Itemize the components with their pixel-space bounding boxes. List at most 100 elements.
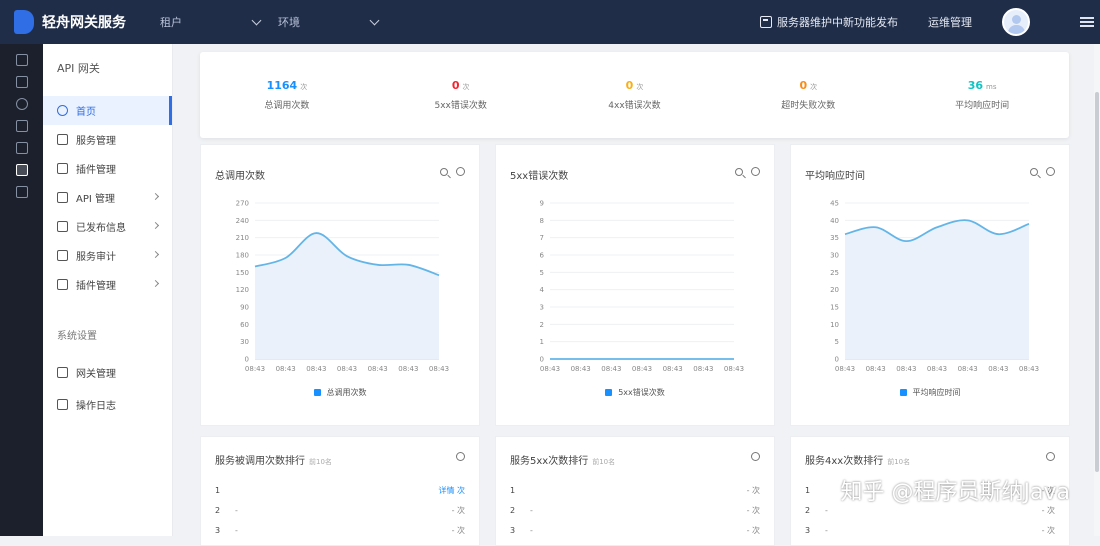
stat-value: 0 — [799, 79, 807, 92]
chart-legend[interactable]: 总调用次数 — [201, 387, 479, 398]
announcement-icon — [760, 16, 772, 28]
sidebar-item[interactable]: 插件管理 — [43, 154, 172, 183]
announcement-link[interactable]: 服务器维护中新功能发布 — [760, 14, 898, 30]
ranking-value: - 次 — [452, 525, 465, 536]
y-tick-label: 0 — [540, 356, 544, 364]
stat-value: 1164 — [267, 79, 298, 92]
ranking-number: 1 — [510, 486, 530, 495]
top-navigation-bar: 轻舟网关服务 租户 环境 服务器维护中新功能发布 运维管理 — [0, 0, 1100, 44]
sidebar-item-label: 插件管理 — [76, 277, 116, 292]
ranking-value: - 次 — [747, 525, 760, 536]
chart-toolbar — [440, 167, 465, 176]
ranking-subtitle: 前10名 — [309, 458, 332, 466]
x-tick-label: 08:43 — [958, 365, 978, 373]
y-tick-label: 35 — [830, 234, 839, 242]
stat-label: 超时失败次数 — [781, 98, 835, 111]
stat-item: 0次5xx错误次数 — [374, 52, 548, 138]
ranking-row: 2-- 次 — [215, 503, 465, 517]
ranking-number: 2 — [215, 506, 235, 515]
chart-legend[interactable]: 平均响应时间 — [791, 387, 1069, 398]
y-tick-label: 25 — [830, 269, 839, 277]
y-tick-label: 0 — [835, 356, 839, 364]
audit-icon — [57, 250, 68, 261]
zoom-icon[interactable] — [735, 168, 743, 176]
flow-icon[interactable] — [16, 142, 28, 154]
chart-title: 平均响应时间 — [805, 167, 865, 182]
x-tick-label: 08:43 — [540, 365, 560, 373]
sidebar-item-label: 首页 — [76, 103, 96, 118]
stat-label: 平均响应时间 — [955, 98, 1009, 111]
stat-label: 5xx错误次数 — [435, 98, 487, 111]
service-icon — [57, 134, 68, 145]
menu-icon[interactable] — [1080, 17, 1094, 27]
ranking-value: - 次 — [452, 505, 465, 516]
user-name[interactable]: 运维管理 — [928, 14, 972, 30]
avatar[interactable] — [1002, 8, 1030, 36]
zoom-icon[interactable] — [440, 168, 448, 176]
page-scrollbar[interactable] — [1094, 44, 1100, 536]
sidebar-item[interactable]: 插件管理 — [43, 270, 172, 299]
refresh-icon[interactable] — [1046, 167, 1055, 176]
ranking-number: 1 — [215, 486, 235, 495]
refresh-icon[interactable] — [751, 167, 760, 176]
sidebar-item[interactable]: 网关管理 — [43, 356, 172, 388]
sidebar-item[interactable]: 服务审计 — [43, 241, 172, 270]
sidebar-item[interactable]: 首页 — [43, 96, 172, 125]
monitor-icon[interactable] — [16, 120, 28, 132]
ranking-row: 1- 次 — [510, 483, 760, 497]
sidebar-item[interactable]: 已发布信息 — [43, 212, 172, 241]
brand-logo-icon — [14, 10, 34, 34]
y-tick-label: 30 — [830, 252, 839, 260]
x-tick-label: 08:43 — [866, 365, 886, 373]
apps-icon[interactable] — [16, 54, 28, 66]
tenant-select[interactable]: 租户 — [160, 14, 260, 30]
stats-panel: 1164次总调用次数0次5xx错误次数0次4xx错误次数0次超时失败次数36ms… — [200, 52, 1069, 138]
y-tick-label: 45 — [830, 200, 839, 208]
environment-select[interactable]: 环境 — [278, 14, 378, 30]
gateway-app-icon[interactable] — [16, 164, 28, 176]
y-tick-label: 210 — [236, 234, 249, 242]
ranking-title: 服务5xx次数排行 — [510, 456, 588, 467]
y-tick-label: 3 — [540, 304, 544, 312]
x-tick-label: 08:43 — [724, 365, 744, 373]
grid-icon[interactable] — [16, 76, 28, 88]
x-tick-label: 08:43 — [1019, 365, 1039, 373]
zoom-icon[interactable] — [1030, 168, 1038, 176]
ranking-value: - 次 — [1042, 505, 1055, 516]
ranking-value: - 次 — [1042, 525, 1055, 536]
sidebar-item-label: 服务管理 — [76, 132, 116, 147]
x-tick-label: 08:43 — [571, 365, 591, 373]
ranking-value[interactable]: 详情 次 — [438, 485, 465, 496]
sidebar-item[interactable]: 操作日志 — [43, 388, 172, 420]
ranking-subtitle: 前10名 — [592, 458, 615, 466]
api-icon — [57, 192, 68, 203]
x-tick-label: 08:43 — [632, 365, 652, 373]
x-tick-label: 08:43 — [429, 365, 449, 373]
refresh-icon[interactable] — [456, 167, 465, 176]
chart-legend[interactable]: 5xx错误次数 — [496, 387, 774, 398]
x-tick-label: 08:43 — [663, 365, 683, 373]
stat-label: 总调用次数 — [264, 98, 309, 111]
stat-item: 0次超时失败次数 — [721, 52, 895, 138]
sidebar-item[interactable]: API 管理 — [43, 183, 172, 212]
ranking-subtitle: 前10名 — [887, 458, 910, 466]
refresh-icon[interactable] — [751, 452, 760, 461]
x-tick-label: 08:43 — [927, 365, 947, 373]
refresh-icon[interactable] — [456, 452, 465, 461]
sidebar-item[interactable]: 服务管理 — [43, 125, 172, 154]
stat-unit: 次 — [300, 83, 307, 91]
y-tick-label: 40 — [830, 217, 839, 225]
ranking-number: 3 — [805, 526, 825, 535]
stat-value: 36 — [968, 79, 983, 92]
stat-unit: ms — [986, 83, 996, 91]
stat-value-row: 1164次 — [267, 79, 308, 92]
y-tick-label: 180 — [236, 252, 249, 260]
refresh-icon[interactable] — [1046, 452, 1055, 461]
document-icon[interactable] — [16, 186, 28, 198]
ranking-row: 2-- 次 — [510, 503, 760, 517]
chevron-down-icon — [252, 15, 262, 25]
legend-label: 总调用次数 — [327, 387, 367, 398]
brand-logo[interactable]: 轻舟网关服务 — [14, 10, 160, 34]
scrollbar-thumb[interactable] — [1095, 92, 1099, 472]
compass-icon[interactable] — [16, 98, 28, 110]
